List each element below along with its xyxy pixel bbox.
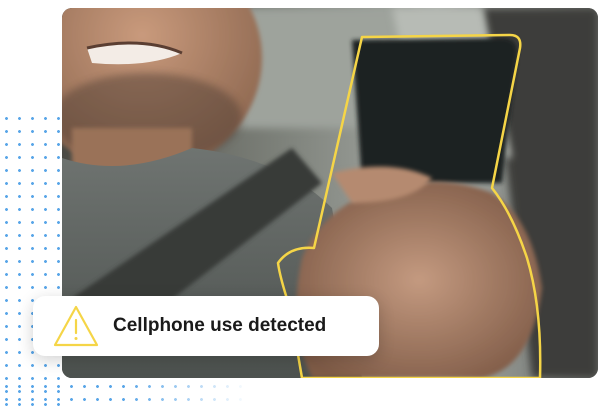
dot-pattern-left	[0, 112, 62, 410]
dot-pattern-bottom	[0, 380, 250, 410]
detection-alert: Cellphone use detected	[33, 296, 379, 356]
alert-message: Cellphone use detected	[113, 315, 327, 336]
warning-triangle-icon	[53, 305, 99, 347]
